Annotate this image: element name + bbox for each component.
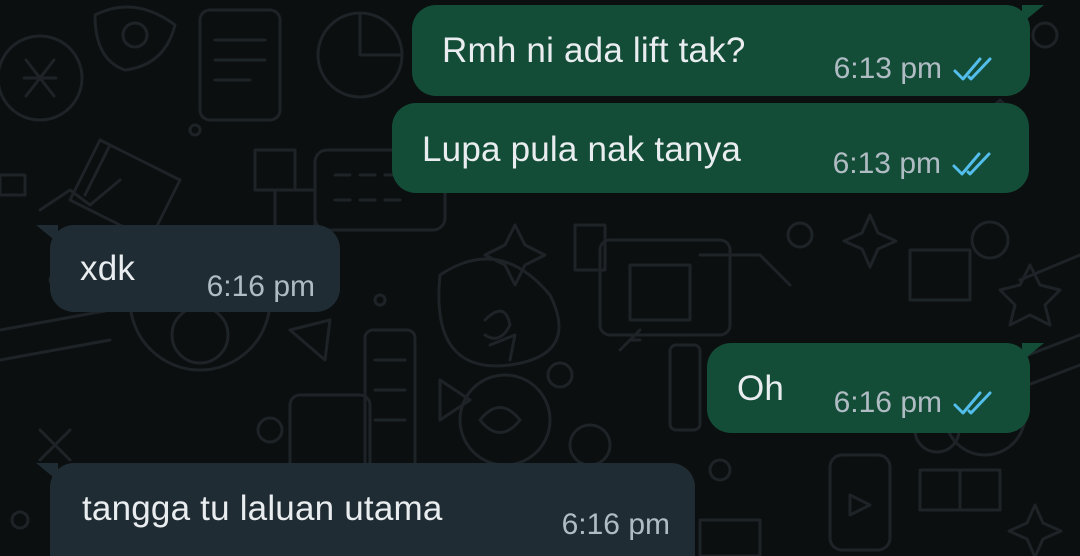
message-bubble-incoming[interactable]: xdk 6:16 pm (36, 225, 340, 312)
message-meta: 6:16 pm (562, 508, 670, 542)
message-bubble-outgoing[interactable]: Lupa pula nak tanya 6:13 pm (392, 103, 1029, 193)
message-text: Lupa pula nak tanya (422, 130, 742, 169)
message-meta: 6:13 pm (833, 147, 995, 181)
message-time: 6:16 pm (561, 508, 670, 541)
message-bubble-outgoing[interactable]: Rmh ni ada lift tak? 6:13 pm (412, 5, 1044, 96)
message-meta: 6:16 pm (207, 270, 315, 304)
message-bubble-incoming[interactable]: tangga tu laluan utama 6:16 pm (36, 463, 695, 556)
read-double-check-icon (951, 151, 995, 177)
message-meta: 6:13 pm (834, 52, 996, 86)
message-text: xdk (80, 249, 136, 288)
message-time: 6:13 pm (832, 147, 941, 180)
message-time: 6:16 pm (833, 386, 942, 419)
message-time: 6:13 pm (833, 52, 942, 85)
message-text: Oh (737, 369, 785, 408)
message-meta: 6:16 pm (834, 386, 996, 420)
message-time: 6:16 pm (206, 270, 315, 303)
read-double-check-icon (952, 390, 996, 416)
message-text: tangga tu laluan utama (82, 489, 443, 528)
message-bubble-outgoing[interactable]: Oh 6:16 pm (707, 343, 1044, 433)
message-text: Rmh ni ada lift tak? (442, 31, 746, 70)
read-double-check-icon (952, 56, 996, 82)
